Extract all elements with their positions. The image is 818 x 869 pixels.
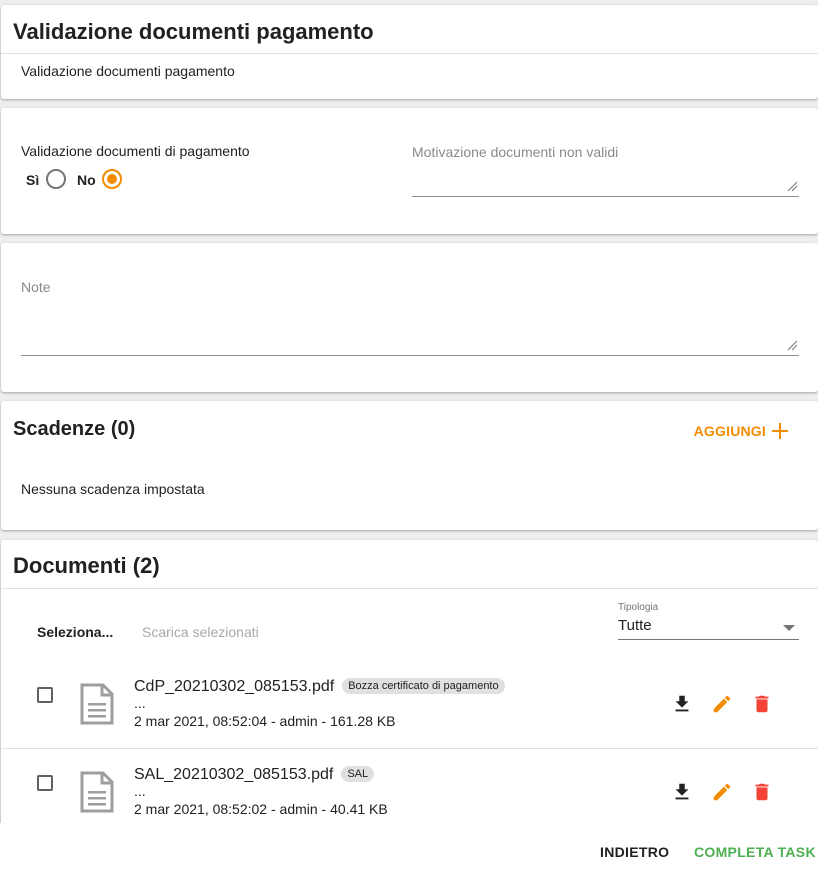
radio-no[interactable] bbox=[102, 169, 122, 189]
complete-task-button[interactable]: COMPLETA TASK bbox=[694, 844, 816, 860]
download-selected-button[interactable]: Scarica selezionati bbox=[142, 624, 259, 640]
type-filter-value: Tutte bbox=[618, 617, 652, 634]
plus-icon bbox=[772, 423, 788, 439]
header-divider bbox=[1, 53, 818, 54]
document-meta: 2 mar 2021, 08:52:02 - admin - 40.41 KB bbox=[134, 801, 388, 817]
document-name-line: SAL_20210302_085153.pdf SAL bbox=[134, 766, 375, 784]
document-checkbox[interactable] bbox=[37, 775, 53, 791]
document-type-chip: Bozza certificato di pagamento bbox=[342, 678, 505, 694]
document-description: ... bbox=[134, 695, 146, 711]
page-title: Validazione documenti pagamento bbox=[13, 19, 374, 44]
delete-icon[interactable] bbox=[751, 781, 773, 803]
motivation-underline bbox=[412, 196, 799, 197]
resize-handle-icon[interactable] bbox=[786, 339, 798, 351]
radio-no-label[interactable]: No bbox=[77, 172, 96, 188]
radio-yes[interactable] bbox=[46, 169, 66, 189]
document-row-divider bbox=[1, 748, 818, 749]
validation-question: Validazione documenti di pagamento bbox=[21, 143, 250, 159]
select-menu-button[interactable]: Seleziona... bbox=[37, 624, 113, 640]
file-icon bbox=[80, 771, 114, 813]
radio-yes-label[interactable]: Sì bbox=[26, 172, 39, 188]
notes-textarea[interactable] bbox=[21, 303, 799, 355]
resize-handle-icon[interactable] bbox=[786, 180, 798, 192]
edit-icon[interactable] bbox=[711, 693, 733, 715]
file-icon bbox=[80, 683, 114, 725]
add-deadline-label: AGGIUNGI bbox=[693, 423, 766, 439]
notes-underline bbox=[21, 355, 799, 356]
add-deadline-button[interactable]: AGGIUNGI bbox=[694, 423, 788, 439]
footer-bar: INDIETRO COMPLETA TASK bbox=[0, 823, 818, 869]
documents-divider bbox=[1, 588, 818, 589]
header-card: Validazione documenti pagamento Validazi… bbox=[1, 5, 818, 99]
dropdown-arrow-icon bbox=[783, 625, 795, 631]
download-icon[interactable] bbox=[671, 781, 693, 803]
edit-icon[interactable] bbox=[711, 781, 733, 803]
document-meta: 2 mar 2021, 08:52:04 - admin - 161.28 KB bbox=[134, 713, 396, 729]
back-button[interactable]: INDIETRO bbox=[600, 844, 669, 860]
type-filter-underline bbox=[618, 639, 799, 640]
document-checkbox[interactable] bbox=[37, 687, 53, 703]
document-name[interactable]: SAL_20210302_085153.pdf bbox=[134, 766, 333, 783]
notes-card: Note bbox=[1, 243, 818, 392]
document-type-chip: SAL bbox=[341, 766, 375, 782]
motivation-textarea[interactable] bbox=[412, 166, 799, 196]
deadlines-title: Scadenze (0) bbox=[13, 418, 136, 440]
delete-icon[interactable] bbox=[751, 693, 773, 715]
documents-title: Documenti (2) bbox=[13, 553, 160, 578]
notes-label: Note bbox=[21, 279, 51, 295]
page-subtitle: Validazione documenti pagamento bbox=[21, 63, 235, 79]
document-row: CdP_20210302_085153.pdf Bozza certificato… bbox=[1, 666, 818, 748]
deadlines-empty-text: Nessuna scadenza impostata bbox=[21, 481, 205, 497]
type-filter-label: Tipologia bbox=[618, 602, 659, 613]
validation-card: Validazione documenti di pagamento Sì No… bbox=[1, 108, 818, 234]
type-filter-select[interactable]: Tipologia Tutte bbox=[618, 602, 799, 640]
download-icon[interactable] bbox=[671, 693, 693, 715]
document-description: ... bbox=[134, 783, 146, 799]
document-name-line: CdP_20210302_085153.pdf Bozza certificato… bbox=[134, 678, 505, 696]
deadlines-card: Scadenze (0) AGGIUNGI Nessuna scadenza i… bbox=[1, 401, 818, 530]
document-name[interactable]: CdP_20210302_085153.pdf bbox=[134, 678, 334, 695]
documents-card: Documenti (2) Seleziona... Scarica selez… bbox=[1, 540, 818, 840]
motivation-label: Motivazione documenti non validi bbox=[412, 144, 619, 160]
